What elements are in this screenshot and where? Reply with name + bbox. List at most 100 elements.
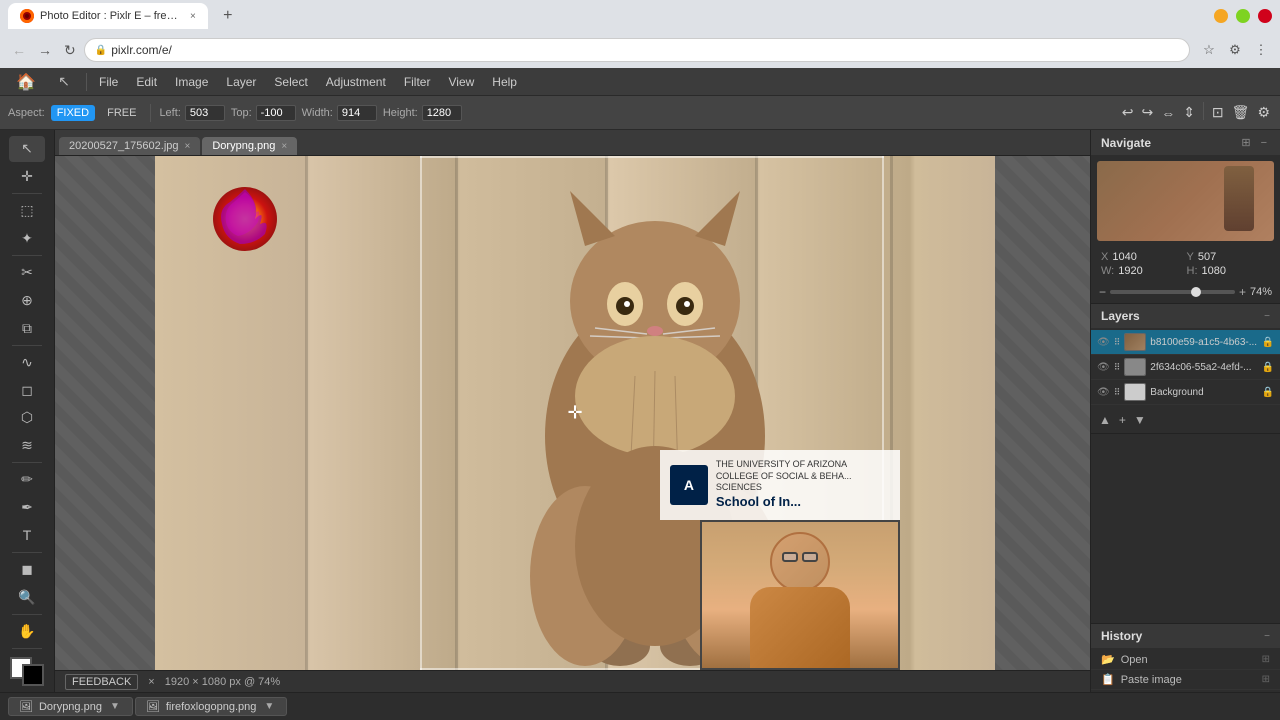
- layer-2-lock-icon[interactable]: 🔒: [1262, 362, 1274, 373]
- shape-tool[interactable]: ◼: [9, 557, 45, 583]
- maximize-button[interactable]: [1236, 9, 1250, 23]
- feedback-close-icon[interactable]: ×: [148, 676, 154, 688]
- taskbar-item-firefox-icon: 🖼: [146, 700, 160, 713]
- zoom-value: 74%: [1250, 286, 1272, 298]
- toolbar-sep2: [1203, 102, 1204, 120]
- nav-cat-thumbnail: [1224, 166, 1254, 231]
- canvas-area[interactable]: ✛ A THE UNIVERSITY OF ARIZONA COLLEGE OF…: [55, 156, 1090, 670]
- layer-move-up-btn[interactable]: ▲: [1097, 411, 1113, 429]
- undo-button[interactable]: ↩: [1120, 102, 1136, 123]
- flip-h-button[interactable]: ⇔: [1159, 102, 1177, 123]
- browser-tab-active[interactable]: Photo Editor : Pixlr E – free imag... ×: [8, 3, 208, 29]
- taskbar-item-dory[interactable]: 🖼 Dorypng.png ▼: [8, 697, 133, 716]
- nav-w-value: 1920: [1118, 265, 1142, 277]
- move-tool[interactable]: ✛: [9, 164, 45, 190]
- minimize-button[interactable]: [1214, 9, 1228, 23]
- layers-title: Layers: [1101, 309, 1140, 323]
- taskbar-item-firefox-arrow[interactable]: ▼: [262, 701, 276, 712]
- canvas-tab-2[interactable]: Dorypng.png ×: [202, 137, 297, 155]
- pencil-tool[interactable]: ✒: [9, 495, 45, 521]
- width-coord: Width:: [302, 105, 377, 121]
- toolbox: ↖ ✛ ⬚ ✦ ✂ ⊕ ⧉ ∿ ◻ ⬡ ≋ ✏ ✒ T ◼ 🔍 ✋: [0, 130, 55, 692]
- clone-tool[interactable]: ⧉: [9, 315, 45, 341]
- layers-collapse-btn[interactable]: −: [1264, 311, 1270, 322]
- eraser-tool[interactable]: ◻: [9, 377, 45, 403]
- tab1-close[interactable]: ×: [185, 141, 191, 152]
- left-input[interactable]: [185, 105, 225, 121]
- canvas-tab-1[interactable]: 20200527_175602.jpg ×: [59, 137, 200, 155]
- tab2-close[interactable]: ×: [281, 141, 287, 152]
- menu-edit[interactable]: Edit: [128, 72, 165, 92]
- layer-2-visibility-icon[interactable]: 👁: [1097, 362, 1110, 373]
- history-collapse-btn[interactable]: −: [1264, 631, 1270, 642]
- navigate-collapse-btn[interactable]: −: [1258, 135, 1270, 150]
- blur-tool[interactable]: ≋: [9, 433, 45, 459]
- canvas-container: 20200527_175602.jpg × Dorypng.png ×: [55, 130, 1090, 692]
- zoom-out-button[interactable]: −: [1099, 285, 1106, 299]
- type-tool[interactable]: T: [9, 522, 45, 548]
- crop-tool-left[interactable]: ✂: [9, 260, 45, 286]
- lasso-tool[interactable]: ⬚: [9, 198, 45, 224]
- layer-1-lock-icon[interactable]: 🔒: [1262, 337, 1274, 348]
- navigate-panels-btn[interactable]: ⊞: [1238, 135, 1253, 150]
- forward-button[interactable]: →: [34, 40, 56, 60]
- zoom-in-button[interactable]: +: [1239, 285, 1246, 299]
- fill-tool[interactable]: ⬡: [9, 405, 45, 431]
- feedback-label[interactable]: FEEDBACK: [65, 674, 138, 690]
- zoom-tool[interactable]: 🔍: [9, 584, 45, 610]
- width-input[interactable]: [337, 105, 377, 121]
- taskbar-item-firefox[interactable]: 🖼 firefoxlogopng.png ▼: [135, 697, 287, 716]
- toolbox-sep1: [12, 193, 42, 194]
- refresh-button[interactable]: ↻: [60, 40, 80, 61]
- crop-button[interactable]: ⊡: [1210, 102, 1226, 123]
- back-button[interactable]: ←: [8, 40, 30, 60]
- hand-tool[interactable]: ✋: [9, 619, 45, 645]
- menu-layer[interactable]: Layer: [218, 72, 264, 92]
- layer-1-visibility-icon[interactable]: 👁: [1097, 337, 1110, 348]
- redo-button[interactable]: ↪: [1139, 102, 1155, 123]
- menu-select[interactable]: Select: [266, 72, 315, 92]
- healing-tool[interactable]: ⊕: [9, 288, 45, 314]
- settings-button[interactable]: ⚙: [1255, 102, 1272, 123]
- menu-adjustment[interactable]: Adjustment: [318, 72, 394, 92]
- menu-button[interactable]: ⋮: [1250, 39, 1272, 61]
- menu-image[interactable]: Image: [167, 72, 216, 92]
- pen-tool[interactable]: ✏: [9, 467, 45, 493]
- delete-button[interactable]: 🗑: [1230, 102, 1252, 123]
- height-input[interactable]: [422, 105, 462, 121]
- brush-tool[interactable]: ∿: [9, 350, 45, 376]
- layer-add-btn[interactable]: +: [1117, 411, 1128, 429]
- history-item-paste[interactable]: 📋 Paste image ⊞: [1091, 670, 1280, 690]
- top-input[interactable]: [256, 105, 296, 121]
- history-item-open[interactable]: 📂 Open ⊞: [1091, 650, 1280, 670]
- magic-wand-tool[interactable]: ✦: [9, 226, 45, 252]
- new-tab-button[interactable]: +: [216, 4, 240, 28]
- address-bar[interactable]: 🔒 pixlr.com/e/: [84, 38, 1190, 62]
- menu-view[interactable]: View: [440, 72, 482, 92]
- menu-help[interactable]: Help: [484, 72, 525, 92]
- close-button[interactable]: [1258, 9, 1272, 23]
- layer-item-2[interactable]: 👁 ⠿ 2f634c06-55a2-4efd-... 🔒: [1091, 355, 1280, 380]
- layer-item-background[interactable]: 👁 ⠿ Background 🔒: [1091, 380, 1280, 405]
- cursor-tool[interactable]: ↖: [46, 67, 82, 97]
- menu-file[interactable]: File: [91, 72, 126, 92]
- extensions-button[interactable]: ⚙: [1224, 39, 1246, 61]
- layer-item-1[interactable]: 👁 ⠿ b8100e59-a1c5-4b63-... 🔒: [1091, 330, 1280, 355]
- tab-close-icon[interactable]: ×: [190, 11, 196, 22]
- width-label: Width:: [302, 107, 333, 119]
- menu-filter[interactable]: Filter: [396, 72, 439, 92]
- taskbar: 🖼 Dorypng.png ▼ 🖼 firefoxlogopng.png ▼: [0, 692, 1280, 720]
- layer-move-down-btn[interactable]: ▼: [1132, 411, 1148, 429]
- layer-bg-lock-icon[interactable]: 🔒: [1262, 387, 1274, 398]
- bookmark-button[interactable]: ☆: [1198, 39, 1220, 61]
- home-icon[interactable]: 🏠: [8, 67, 44, 97]
- flip-v-button[interactable]: ⇕: [1181, 102, 1197, 123]
- select-tool[interactable]: ↖: [9, 136, 45, 162]
- background-color[interactable]: [22, 664, 44, 686]
- zoom-slider[interactable]: [1110, 290, 1235, 294]
- aspect-free-button[interactable]: FREE: [101, 105, 142, 121]
- layer-bg-visibility-icon[interactable]: 👁: [1097, 387, 1110, 398]
- aspect-fixed-button[interactable]: FIXED: [51, 105, 95, 121]
- taskbar-item-dory-arrow[interactable]: ▼: [108, 701, 122, 712]
- color-preview[interactable]: [10, 657, 44, 686]
